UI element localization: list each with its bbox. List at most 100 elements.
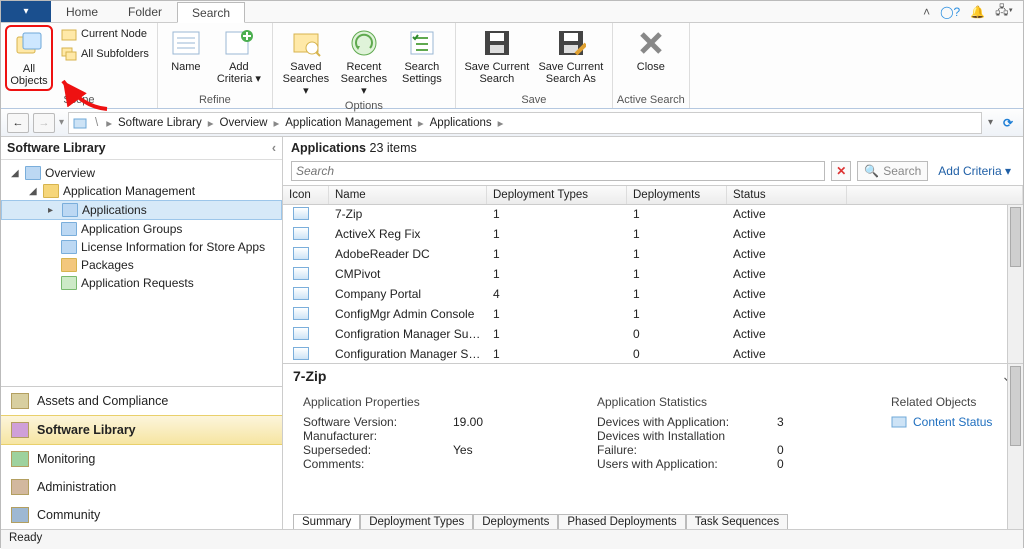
- software-version-value: 19.00: [453, 415, 483, 429]
- cell-deployment-types: 1: [487, 206, 627, 224]
- tree-app-groups[interactable]: Application Groups: [1, 220, 282, 238]
- col-icon[interactable]: Icon: [283, 186, 329, 204]
- table-row[interactable]: AdobeReader DC11Active: [283, 245, 1023, 265]
- add-criteria-button[interactable]: Add Criteria ▾: [210, 25, 268, 87]
- cell-deployment-types: 1: [487, 226, 627, 244]
- save-current-search-button[interactable]: Save Current Search: [460, 25, 534, 87]
- cell-status: Active: [727, 346, 847, 363]
- content-status-link[interactable]: Content Status: [913, 415, 992, 429]
- monitoring-icon: [11, 451, 29, 467]
- add-criteria-link[interactable]: Add Criteria ▾: [934, 164, 1015, 178]
- saved-searches-button[interactable]: Saved Searches ▾: [277, 25, 335, 99]
- folder-icon: [43, 184, 59, 198]
- search-input[interactable]: [291, 161, 825, 181]
- detail-tab-deployments[interactable]: Deployments: [473, 514, 558, 529]
- cell-name: Configuration Manager Su…: [329, 346, 487, 363]
- name-icon: [170, 27, 202, 59]
- crumb-1[interactable]: Overview: [220, 117, 268, 129]
- search-button[interactable]: 🔍Search: [857, 161, 928, 181]
- clear-search-button[interactable]: ✕: [831, 161, 851, 181]
- collapse-ribbon-icon[interactable]: ˄: [923, 5, 930, 19]
- nav-forward-button[interactable]: →: [33, 113, 55, 133]
- related-objects-label: Related Objects: [891, 395, 992, 415]
- wunder-assets[interactable]: Assets and Compliance: [1, 387, 282, 415]
- detail-tab-phased-deployments[interactable]: Phased Deployments: [558, 514, 685, 529]
- nav-back-button[interactable]: ←: [7, 113, 29, 133]
- table-row[interactable]: Company Portal41Active: [283, 285, 1023, 305]
- breadcrumb-dropdown[interactable]: ▾: [986, 117, 995, 128]
- cell-deployments: 0: [627, 326, 727, 344]
- crumb-3[interactable]: Applications: [430, 117, 492, 129]
- tab-folder[interactable]: Folder: [113, 1, 177, 22]
- refresh-button[interactable]: ⟳: [999, 114, 1017, 132]
- admin-icon: [11, 479, 29, 495]
- table-row[interactable]: ActiveX Reg Fix11Active: [283, 225, 1023, 245]
- system-menu[interactable]: [1, 1, 51, 22]
- wunder-monitoring[interactable]: Monitoring: [1, 445, 282, 473]
- breadcrumb-root-icon: [73, 116, 89, 130]
- recent-searches-button[interactable]: Recent Searches ▾: [335, 25, 393, 99]
- detail-tab-summary[interactable]: Summary: [293, 514, 360, 529]
- ribbon-group-active-search-label: Active Search: [617, 93, 685, 108]
- tree-app-requests[interactable]: Application Requests: [1, 274, 282, 292]
- wunder-software-library[interactable]: Software Library: [1, 415, 282, 445]
- table-row[interactable]: Configuration Manager Su…10Active: [283, 345, 1023, 363]
- col-status[interactable]: Status: [727, 186, 847, 204]
- content-title: Applications: [291, 141, 366, 155]
- col-deployment-types[interactable]: Deployment Types: [487, 186, 627, 204]
- tree-app-mgmt[interactable]: ◢Application Management: [1, 182, 282, 200]
- table-row[interactable]: ConfigMgr Admin Console11Active: [283, 305, 1023, 325]
- crumb-0[interactable]: Software Library: [118, 117, 202, 129]
- notification-icon[interactable]: 🔔: [970, 5, 985, 19]
- add-criteria-icon: [223, 27, 255, 59]
- saved-searches-icon: [290, 27, 322, 59]
- search-settings-icon: [406, 27, 438, 59]
- table-row[interactable]: 7-Zip11Active: [283, 205, 1023, 225]
- detail-tab-deployment-types[interactable]: Deployment Types: [360, 514, 473, 529]
- table-row[interactable]: CMPivot11Active: [283, 265, 1023, 285]
- app-icon: [293, 227, 309, 240]
- superseded-value: Yes: [453, 443, 473, 457]
- ribbon-group-save-label: Save: [521, 93, 546, 108]
- cell-status: Active: [727, 326, 847, 344]
- tree-license-info[interactable]: License Information for Store Apps: [1, 238, 282, 256]
- table-scrollbar[interactable]: [1007, 205, 1023, 363]
- app-requests-icon: [61, 276, 77, 290]
- recent-searches-icon: [348, 27, 380, 59]
- crumb-2[interactable]: Application Management: [285, 117, 412, 129]
- col-deployments[interactable]: Deployments: [627, 186, 727, 204]
- wunder-community[interactable]: Community: [1, 501, 282, 529]
- app-icon: [293, 287, 309, 300]
- tree-applications[interactable]: ▸Applications: [1, 200, 282, 220]
- tree-packages[interactable]: Packages: [1, 256, 282, 274]
- swlib-icon: [11, 422, 29, 438]
- tab-search[interactable]: Search: [177, 2, 245, 23]
- tree-overview[interactable]: ◢Overview: [1, 164, 282, 182]
- detail-title: 7-Zip: [293, 368, 326, 385]
- table-row[interactable]: Configration Manager Sup…10Active: [283, 325, 1023, 345]
- close-search-button[interactable]: Close: [622, 25, 680, 75]
- cell-deployments: 1: [627, 286, 727, 304]
- current-node-icon: [61, 26, 77, 42]
- tab-home[interactable]: Home: [51, 1, 113, 22]
- assets-icon: [11, 393, 29, 409]
- nav-collapse-icon[interactable]: ‹: [272, 141, 276, 155]
- nav-panel-header: Software Library: [7, 141, 106, 155]
- current-node-button[interactable]: Current Node: [57, 25, 153, 43]
- all-subfolders-button[interactable]: All Subfolders: [57, 45, 153, 63]
- col-name[interactable]: Name: [329, 186, 487, 204]
- detail-scrollbar[interactable]: [1007, 364, 1023, 529]
- wunder-administration[interactable]: Administration: [1, 473, 282, 501]
- name-button[interactable]: Name: [162, 25, 210, 75]
- app-icon: [293, 327, 309, 340]
- breadcrumb[interactable]: \▸ Software Library▸ Overview▸ Applicati…: [68, 112, 982, 134]
- all-objects-button[interactable]: All Objects: [5, 25, 53, 91]
- detail-tab-task-sequences[interactable]: Task Sequences: [686, 514, 788, 529]
- connect-icon[interactable]: 🖧▾: [995, 1, 1013, 22]
- community-icon: [11, 507, 29, 523]
- users-with-app-value: 0: [777, 457, 784, 471]
- save-current-search-as-button[interactable]: Save Current Search As: [534, 25, 608, 87]
- ribbon-group-refine: Name Add Criteria ▾ Refine: [158, 23, 273, 108]
- search-settings-button[interactable]: Search Settings: [393, 25, 451, 87]
- help-icon[interactable]: ◯?: [940, 5, 960, 19]
